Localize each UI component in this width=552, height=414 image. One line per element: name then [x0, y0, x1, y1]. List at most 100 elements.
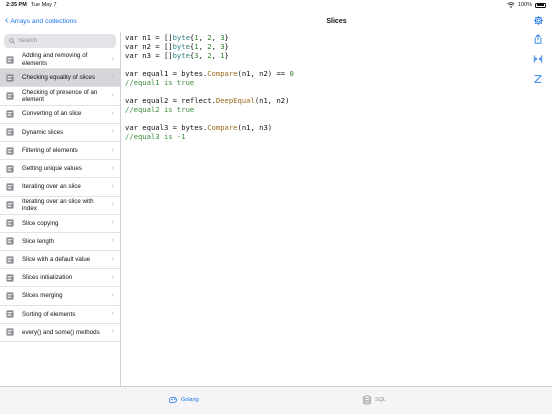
list-item[interactable]: Slice with a default value ›	[0, 251, 120, 270]
list-item[interactable]: Checking of presence of an element ›	[0, 87, 120, 106]
list-item-label: Slices merging	[22, 292, 63, 300]
code-file-icon	[6, 256, 14, 264]
chevron-right-icon: ›	[111, 73, 114, 81]
database-icon	[363, 395, 371, 405]
list-item[interactable]: Iterating over an slice ›	[0, 178, 120, 197]
list-item-label: every() and some() methods	[22, 328, 100, 336]
code-line: var equal2 = reflect.DeepEqual(n1, n2)	[125, 96, 294, 105]
chevron-left-icon: ‹	[5, 15, 9, 26]
code-file-icon	[6, 219, 14, 227]
code-token: ,	[198, 42, 208, 51]
code-line: //equal1 is true	[125, 78, 294, 87]
list-item-label: Slice length	[22, 237, 54, 245]
list-item[interactable]: Adding and removing of elements ›	[0, 51, 120, 70]
chevron-right-icon: ›	[111, 164, 114, 172]
list-item[interactable]: Converting of an slice ›	[0, 106, 120, 124]
list-item-label: Iterating over an slice with index	[22, 197, 94, 213]
list-item[interactable]: Slices merging ›	[0, 287, 120, 306]
tab-sql-label: SQL	[375, 397, 387, 403]
topic-list: Adding and removing of elements › Checking…	[0, 51, 120, 342]
code-token: //equal2 is true	[125, 105, 195, 114]
code-token: }	[224, 42, 229, 51]
code-view: var n1 = []byte{1, 2, 3} var n2 = []byte{…	[125, 33, 294, 141]
chevron-right-icon: ›	[111, 109, 114, 117]
chevron-right-icon: ›	[111, 128, 114, 136]
code-file-icon	[6, 237, 14, 246]
search-input[interactable]	[18, 38, 108, 44]
battery-icon	[535, 2, 546, 8]
code-token: }	[224, 51, 229, 60]
code-token: ,	[198, 33, 208, 42]
code-token: }	[224, 33, 229, 42]
collapse-icon[interactable]	[533, 74, 543, 84]
list-item[interactable]: Iterating over an slice with index ›	[0, 197, 120, 215]
list-item[interactable]: Checking equality of slices ›	[0, 69, 120, 88]
code-file-icon	[6, 183, 14, 191]
code-line: var n3 = []byte{3, 2, 1}	[125, 51, 294, 60]
code-token: ,	[211, 33, 221, 42]
code-toolbar	[533, 34, 545, 94]
list-item-label: Checking equality of slices	[22, 74, 95, 82]
golang-icon	[169, 396, 177, 404]
gear-icon[interactable]	[533, 15, 544, 26]
list-item[interactable]: Getting unique values ›	[0, 160, 120, 179]
code-line: //equal2 is true	[125, 105, 294, 114]
sidebar-divider	[120, 32, 121, 386]
chevron-right-icon: ›	[111, 255, 114, 263]
tab-sql[interactable]: SQL	[362, 395, 386, 405]
share-icon[interactable]	[533, 34, 543, 44]
code-token: ,	[211, 51, 221, 60]
code-file-icon	[6, 310, 14, 318]
code-token: var n2 = []	[125, 42, 173, 51]
battery-fill	[536, 4, 545, 6]
list-item-label: Sorting of elements	[22, 310, 76, 318]
chevron-right-icon: ›	[111, 182, 114, 190]
list-item[interactable]: Slices initialization ›	[0, 269, 120, 288]
code-token: //equal1 is true	[125, 78, 195, 87]
code-token: var n1 = []	[125, 33, 173, 42]
status-right: 100%	[507, 2, 546, 8]
chevron-right-icon: ›	[111, 91, 114, 99]
chevron-right-icon: ›	[111, 291, 114, 299]
code-line: var n2 = []byte{1, 2, 3}	[125, 42, 294, 51]
code-file-icon	[6, 128, 14, 136]
list-item[interactable]: Dynamic slices ›	[0, 124, 120, 142]
chevron-right-icon: ›	[111, 328, 114, 336]
code-token: (n1, n2)	[254, 96, 290, 105]
code-file-icon	[6, 201, 14, 209]
list-item-label: Slice with a default value	[22, 255, 91, 263]
tab-golang[interactable]: Golang	[168, 395, 199, 405]
code-file-icon	[6, 165, 14, 173]
code-token: byte	[172, 42, 190, 51]
chevron-right-icon: ›	[111, 55, 114, 63]
list-item[interactable]: Filtering of elements ›	[0, 142, 120, 161]
chevron-right-icon: ›	[111, 146, 114, 154]
list-item-label: Getting unique values	[22, 165, 82, 172]
code-file-icon	[6, 146, 14, 155]
code-file-icon	[6, 74, 14, 82]
list-item-label: Dynamic slices	[22, 128, 64, 136]
back-button[interactable]: ‹ Arrays and collections	[0, 10, 120, 32]
code-token: //equal3 is -1	[125, 132, 186, 141]
code-token: var equal1 = bytes.	[125, 69, 208, 78]
code-token: ,	[211, 42, 221, 51]
list-item[interactable]: Slice length ›	[0, 233, 120, 252]
list-item[interactable]: every() and some() methods ›	[0, 324, 120, 342]
search-bar[interactable]	[4, 34, 116, 48]
code-line: //equal3 is -1	[125, 132, 294, 141]
code-file-icon	[6, 292, 14, 300]
tab-golang-label: Golang	[181, 397, 199, 403]
code-token: 0	[289, 69, 294, 78]
code-file-icon	[6, 92, 14, 100]
code-token: byte	[172, 33, 190, 42]
list-item-label: Iterating over an slice	[22, 183, 81, 191]
list-item[interactable]: Slice copying ›	[0, 215, 120, 233]
code-line: var equal1 = bytes.Compare(n1, n2) == 0	[125, 69, 294, 78]
list-item-label: Adding and removing of elements	[22, 52, 88, 67]
code-line: var equal3 = bytes.Compare(n1, n3)	[125, 123, 294, 132]
list-item-label: Filtering of elements	[22, 146, 78, 154]
compare-icon[interactable]	[533, 54, 543, 64]
list-item[interactable]: Sorting of elements ›	[0, 306, 120, 324]
